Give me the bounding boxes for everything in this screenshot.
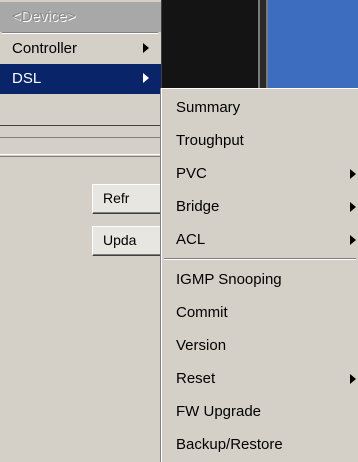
submenu-item-label: Bridge: [176, 198, 220, 215]
submenu-item-version[interactable]: Version: [162, 331, 358, 361]
submenu-item-label: ACL: [176, 231, 206, 248]
submenu-item-bridge[interactable]: Bridge: [162, 192, 358, 222]
submenu-item-label: Commit: [176, 304, 228, 321]
submenu-item-pvc[interactable]: PVC: [162, 159, 358, 189]
submenu-item-commit[interactable]: Commit: [162, 298, 358, 328]
submenu-item-summary[interactable]: Summary: [162, 93, 358, 123]
submenu-item-fw-upgrade[interactable]: FW Upgrade: [162, 397, 358, 427]
submenu-divider: [164, 258, 356, 260]
menu-item-label: <Device>: [12, 8, 76, 25]
submenu-item-label: Summary: [176, 99, 241, 116]
submenu-arrow-icon: [350, 235, 356, 245]
panel-header-bar: [0, 137, 160, 155]
submenu-item-label: Version: [176, 337, 227, 354]
submenu-item-reset[interactable]: Reset: [162, 364, 358, 394]
submenu-item-label: Troughput: [176, 132, 244, 149]
submenu-item-igmp-snooping[interactable]: IGMP Snooping: [162, 265, 358, 295]
submenu-item-acl[interactable]: ACL: [162, 225, 358, 255]
menu-item-controller[interactable]: Controller: [0, 34, 161, 64]
submenu-arrow-icon: [350, 374, 356, 384]
submenu-item-backup-restore[interactable]: Backup/Restore: [162, 430, 358, 460]
submenu-arrow-icon: [350, 169, 356, 179]
menu-item-label: DSL: [12, 70, 42, 87]
background-blue-pane: [268, 0, 358, 93]
submenu-item-label: PVC: [176, 165, 207, 182]
main-menu: <Device> Controller DSL: [0, 0, 162, 126]
background-splitter[interactable]: [258, 0, 268, 93]
submenu-arrow-icon: [143, 73, 149, 83]
submenu-item-label: FW Upgrade: [176, 403, 262, 420]
submenu-item-troughput[interactable]: Troughput: [162, 126, 358, 156]
menu-item-dsl[interactable]: DSL: [0, 64, 161, 94]
background-dark-pane: [162, 0, 267, 93]
submenu-arrow-icon: [350, 202, 356, 212]
panel-separator: [0, 156, 160, 157]
menu-item-device: <Device>: [0, 2, 161, 32]
submenu-arrow-icon: [143, 43, 149, 53]
screen: Refr Upda <Device> Controller DSL Summar…: [0, 0, 358, 462]
submenu-item-label: Reset: [176, 370, 216, 387]
submenu-item-label: Backup/Restore: [176, 436, 283, 453]
dsl-submenu: Summary Troughput PVC Bridge ACL IGMP Sn…: [161, 88, 358, 462]
menu-item-label: Controller: [12, 40, 78, 57]
submenu-item-label: IGMP Snooping: [176, 271, 282, 288]
